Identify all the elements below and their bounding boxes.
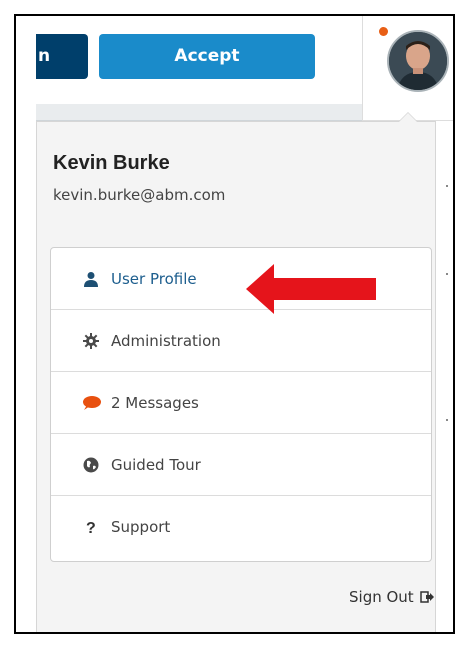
user-name: Kevin Burke: [53, 152, 170, 174]
menu-item-label: Support: [111, 518, 171, 536]
background-mark: [446, 185, 448, 187]
menu-item-support[interactable]: ? Support: [51, 496, 431, 558]
left-margin: [16, 16, 36, 632]
menu-item-administration[interactable]: Administration: [51, 310, 431, 372]
menu-item-guided-tour[interactable]: Guided Tour: [51, 434, 431, 496]
chat-bubble-icon: [81, 393, 101, 413]
sign-out-icon: [419, 590, 434, 604]
avatar-photo: [389, 32, 447, 90]
user-icon: [81, 269, 101, 289]
menu-item-messages[interactable]: 2 Messages: [51, 372, 431, 434]
dropdown-caret-fill: [399, 113, 417, 122]
user-email: kevin.burke@abm.com: [53, 186, 226, 204]
background-content: [436, 121, 453, 632]
notification-dot: [379, 27, 388, 36]
background-mark: [446, 273, 448, 275]
menu-item-label: Administration: [111, 331, 221, 350]
menu-item-label: User Profile: [111, 269, 197, 288]
annotation-arrow: [246, 264, 376, 314]
accept-button[interactable]: Accept: [99, 34, 315, 79]
avatar[interactable]: [387, 30, 449, 92]
svg-text:?: ?: [86, 520, 96, 535]
menu-item-label: 2 Messages: [111, 393, 199, 412]
sign-out-link[interactable]: Sign Out: [349, 588, 434, 606]
sign-out-label: Sign Out: [349, 588, 414, 606]
background-mark: [446, 419, 448, 421]
question-icon: ?: [81, 517, 101, 537]
user-menu-toggle[interactable]: [362, 16, 453, 121]
gear-icon: [81, 331, 101, 351]
partial-button[interactable]: n: [36, 34, 88, 79]
header-divider: [36, 104, 362, 121]
partial-button-label: n: [38, 46, 51, 66]
screenshot-frame: n Accept Kevin Burke kevin.burke@abm.com: [14, 14, 455, 634]
menu-item-label: Guided Tour: [111, 455, 201, 474]
globe-icon: [81, 455, 101, 475]
accept-button-label: Accept: [174, 46, 240, 66]
